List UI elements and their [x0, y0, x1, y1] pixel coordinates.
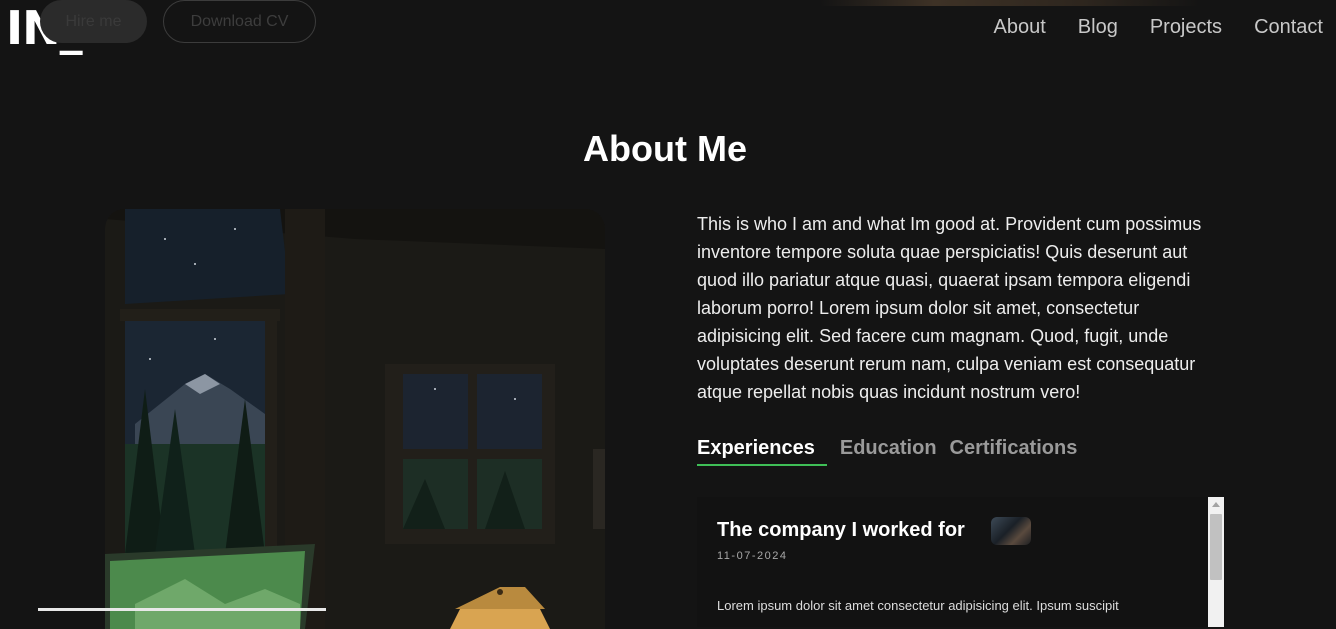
company-logo [991, 517, 1031, 545]
download-cv-button[interactable]: Download CV [163, 0, 316, 43]
nav-blog[interactable]: Blog [1078, 16, 1118, 39]
tab-certifications[interactable]: Certifications [950, 437, 1078, 466]
experience-company: The company I worked for [717, 519, 965, 541]
experience-date: 11-07-2024 [717, 550, 788, 562]
about-bio: This is who I am and what Im good at. Pr… [697, 214, 1202, 402]
nav-contact[interactable]: Contact [1254, 16, 1323, 39]
experience-card: The company I worked for 11-07-2024 Lore… [697, 497, 1225, 627]
header-image-edge [820, 0, 1200, 6]
about-tabs: Experiences Education Certifications [697, 437, 1077, 466]
scrollbar-thumb[interactable] [1210, 514, 1222, 580]
tab-experiences[interactable]: Experiences [697, 437, 827, 466]
main-nav: About Blog Projects Contact [994, 16, 1323, 39]
about-photo [105, 209, 605, 629]
section-title: About Me [583, 128, 747, 169]
tab-education[interactable]: Education [840, 437, 937, 466]
scroll-up-arrow-icon[interactable] [1212, 502, 1220, 507]
scrollbar[interactable] [1208, 497, 1224, 627]
hire-me-button[interactable]: Hire me [40, 0, 147, 43]
nav-about[interactable]: About [994, 16, 1046, 39]
cabin-night-illustration [105, 209, 605, 629]
nav-projects[interactable]: Projects [1150, 16, 1222, 39]
